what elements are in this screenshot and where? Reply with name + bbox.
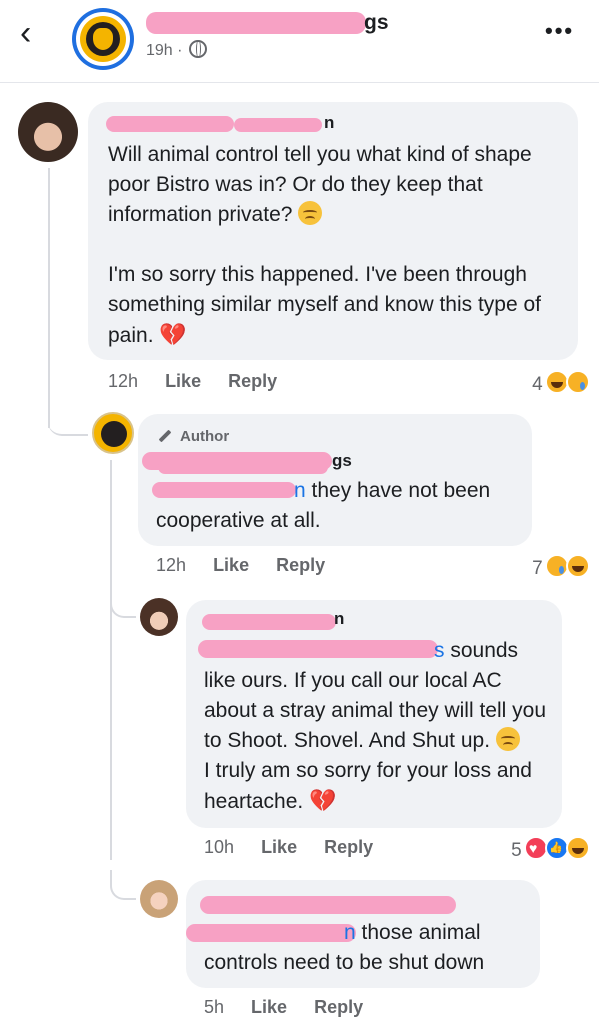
redacted-commenter-name	[234, 118, 322, 132]
comment-text: Will animal control tell you what kind o…	[108, 143, 532, 226]
pencil-icon	[158, 429, 172, 443]
reaction-count: 7	[532, 558, 543, 579]
back-arrow-icon[interactable]: ‹	[20, 14, 52, 54]
commenter-name-suffix[interactable]: n	[324, 112, 334, 134]
like-button[interactable]: Like	[251, 997, 287, 1017]
care-reaction-icon	[566, 370, 590, 394]
redacted-commenter-name	[106, 116, 234, 132]
haha-reaction-icon	[566, 836, 590, 860]
comment-bubble: n s sounds like ours. If you call our lo…	[186, 600, 562, 828]
author-avatar[interactable]	[92, 412, 134, 454]
thread-curve-1	[48, 410, 88, 436]
thread-curve-2	[110, 590, 136, 618]
author-badge: Author	[158, 428, 229, 446]
commenter-name-suffix[interactable]: gs	[332, 450, 352, 472]
mention-link[interactable]: s	[434, 639, 445, 662]
reply-button[interactable]: Reply	[228, 371, 277, 391]
reaction-summary[interactable]: 7	[500, 554, 590, 580]
broken-heart-emoji: 💔	[159, 322, 187, 347]
more-icon[interactable]: •••	[545, 18, 574, 44]
reply-button[interactable]: Reply	[314, 997, 363, 1017]
disappointed-emoji	[298, 201, 323, 225]
comment-actions: 5h Like Reply	[204, 996, 385, 1018]
comment-bubble: n those animal controls need to be shut …	[186, 880, 540, 988]
comment-actions: 10h Like Reply	[204, 836, 395, 858]
commenter-avatar[interactable]	[140, 598, 178, 636]
reaction-count: 5	[511, 840, 522, 861]
redacted-page-name	[146, 12, 366, 34]
mention-link[interactable]: n	[344, 921, 356, 944]
thread-line-1	[48, 168, 50, 428]
comment-text: I'm so sorry this happened. I've been th…	[108, 263, 542, 347]
reaction-summary[interactable]: 5	[480, 836, 590, 862]
haha-reaction-icon	[566, 554, 590, 578]
commenter-avatar[interactable]	[18, 102, 78, 162]
thread-curve-3	[110, 870, 136, 900]
post-meta: 19h ·	[146, 40, 207, 61]
like-button[interactable]: Like	[213, 555, 249, 575]
comment-time[interactable]: 12h	[108, 371, 138, 391]
broken-heart-emoji: 💔	[309, 788, 337, 813]
reply-button[interactable]: Reply	[276, 555, 325, 575]
post-time[interactable]: 19h ·	[146, 42, 182, 59]
reply-button[interactable]: Reply	[324, 837, 373, 857]
comment-text: n they have not been cooperative at all.	[156, 479, 491, 532]
commenter-avatar[interactable]	[140, 880, 178, 918]
redacted-commenter-name	[158, 460, 328, 474]
redacted-commenter-name	[202, 614, 336, 630]
page-name-suffix[interactable]: gs	[364, 10, 389, 36]
globe-icon	[188, 40, 207, 58]
comment-text: n those animal controls need to be shut …	[204, 921, 485, 974]
like-button[interactable]: Like	[261, 837, 297, 857]
like-button[interactable]: Like	[165, 371, 201, 391]
comment-text: s sounds like ours. If you call our loca…	[204, 639, 546, 813]
reaction-summary[interactable]: 4	[500, 370, 590, 396]
comment-bubble: n Will animal control tell you what kind…	[88, 102, 578, 360]
comment-actions: 12h Like Reply	[108, 370, 299, 392]
comment-bubble: Author gs n they have not been cooperati…	[138, 414, 532, 546]
commenter-name-suffix[interactable]: n	[334, 608, 344, 630]
mention-link[interactable]: n	[294, 479, 306, 502]
redacted-commenter-name	[200, 896, 456, 914]
thread-line-2	[110, 460, 112, 860]
comment-time[interactable]: 10h	[204, 837, 234, 857]
comment-time[interactable]: 12h	[156, 555, 186, 575]
reaction-count: 4	[532, 374, 543, 395]
comment-actions: 12h Like Reply	[156, 554, 347, 576]
comment-time[interactable]: 5h	[204, 997, 224, 1017]
disappointed-emoji	[495, 727, 520, 751]
post-header: ‹ gs 19h · •••	[0, 0, 599, 83]
page-avatar[interactable]	[72, 8, 134, 70]
